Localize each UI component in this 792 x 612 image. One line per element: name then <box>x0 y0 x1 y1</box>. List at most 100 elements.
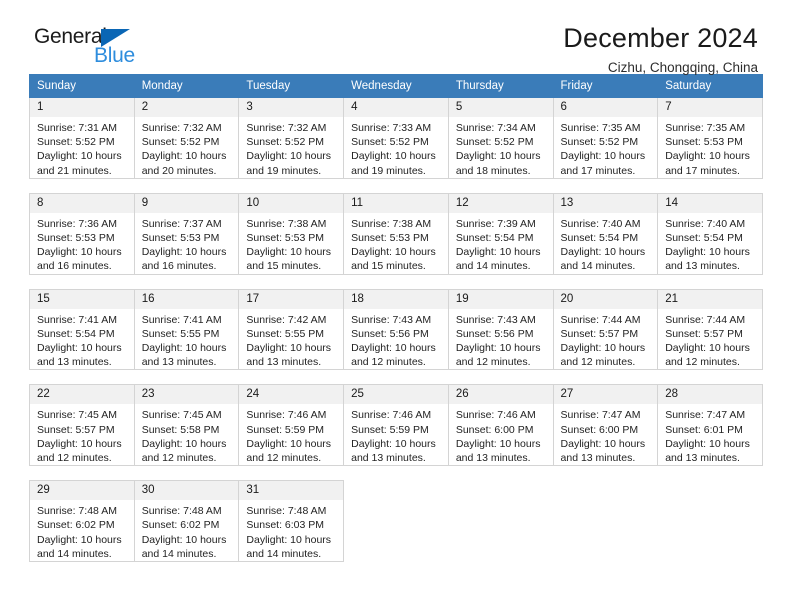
sunset-text: Sunset: 6:00 PM <box>560 423 639 436</box>
calendar-day-cell-empty <box>343 480 449 562</box>
calendar-day-cell[interactable]: 10 Sunrise: 7:38 AM Sunset: 5:53 PM Dayligh… <box>238 192 345 275</box>
daylight-text-line1: Daylight: 10 hours <box>351 246 436 259</box>
day-number: 6 <box>553 98 658 117</box>
day-number: 18 <box>344 289 448 309</box>
daylight-text-line1: Daylight: 10 hours <box>37 533 122 546</box>
day-number: 13 <box>553 193 658 213</box>
calendar-day-cell[interactable]: 7 Sunrise: 7:35 AM Sunset: 5:53 PM Daylight… <box>657 97 763 179</box>
day-details: Sunrise: 7:40 AM Sunset: 5:54 PM Daylight:… <box>554 213 658 274</box>
calendar-day-cell[interactable]: 28 Sunrise: 7:47 AM Sunset: 6:01 PM Dayligh… <box>657 384 763 467</box>
weekday-header-sunday: Sunday <box>29 74 135 98</box>
day-details: Sunrise: 7:38 AM Sunset: 5:53 PM Daylight:… <box>239 213 343 274</box>
day-number: 24 <box>239 385 344 405</box>
calendar-day-cell[interactable]: 11 Sunrise: 7:38 AM Sunset: 5:53 PM Dayligh… <box>343 192 449 275</box>
calendar-day-cell[interactable]: 15 Sunrise: 7:41 AM Sunset: 5:54 PM Dayligh… <box>29 288 135 371</box>
day-details: Sunrise: 7:33 AM Sunset: 5:52 PM Daylight:… <box>344 117 448 178</box>
calendar-day-cell[interactable]: 18 Sunrise: 7:43 AM Sunset: 5:56 PM Dayligh… <box>343 288 449 371</box>
day-number: 29 <box>30 481 134 501</box>
daylight-text-line2: and 14 minutes. <box>560 260 636 273</box>
sunrise-text: Sunrise: 7:46 AM <box>351 409 432 422</box>
calendar-day-cell[interactable]: 16 Sunrise: 7:41 AM Sunset: 5:55 PM Dayligh… <box>133 288 240 371</box>
day-number: 10 <box>239 193 344 213</box>
sunrise-text: Sunrise: 7:44 AM <box>665 313 746 326</box>
calendar-day-cell[interactable]: 6 Sunrise: 7:35 AM Sunset: 5:52 PM Daylight… <box>552 97 659 179</box>
sunrise-text: Sunrise: 7:40 AM <box>560 217 641 230</box>
general-blue-logo[interactable]: General Blue <box>34 26 184 72</box>
day-number: 8 <box>30 193 134 213</box>
sunrise-text: Sunrise: 7:43 AM <box>455 313 536 326</box>
calendar-day-cell[interactable]: 4 Sunrise: 7:33 AM Sunset: 5:52 PM Daylight… <box>343 97 449 179</box>
sunset-text: Sunset: 5:57 PM <box>37 423 115 436</box>
day-number: 2 <box>134 98 239 117</box>
sunrise-text: Sunrise: 7:37 AM <box>141 217 222 230</box>
weekday-header-thursday: Thursday <box>447 74 554 98</box>
calendar-day-cell[interactable]: 1 Sunrise: 7:31 AM Sunset: 5:52 PM Daylight… <box>29 97 135 179</box>
calendar-day-cell[interactable]: 2 Sunrise: 7:32 AM Sunset: 5:52 PM Daylight… <box>133 97 240 179</box>
calendar-day-cell[interactable]: 23 Sunrise: 7:45 AM Sunset: 5:58 PM Dayligh… <box>133 384 240 467</box>
daylight-text-line2: and 16 minutes. <box>141 260 217 273</box>
daylight-text-line1: Daylight: 10 hours <box>37 342 122 355</box>
day-number: 12 <box>448 193 553 213</box>
day-details: Sunrise: 7:40 AM Sunset: 5:54 PM Daylight:… <box>658 213 762 274</box>
calendar-day-cell[interactable]: 3 Sunrise: 7:32 AM Sunset: 5:52 PM Daylight… <box>238 97 345 179</box>
calendar-day-cell[interactable]: 19 Sunrise: 7:43 AM Sunset: 5:56 PM Dayligh… <box>447 288 554 371</box>
daylight-text-line1: Daylight: 10 hours <box>560 342 646 355</box>
day-details: Sunrise: 7:44 AM Sunset: 5:57 PM Daylight:… <box>658 309 762 370</box>
daylight-text-line2: and 13 minutes. <box>665 452 740 465</box>
daylight-text-line1: Daylight: 10 hours <box>141 437 227 450</box>
calendar-day-cell[interactable]: 29 Sunrise: 7:48 AM Sunset: 6:02 PM Dayligh… <box>29 480 135 563</box>
calendar-day-cell[interactable]: 17 Sunrise: 7:42 AM Sunset: 5:55 PM Dayligh… <box>238 288 345 371</box>
calendar-day-cell[interactable]: 9 Sunrise: 7:37 AM Sunset: 5:53 PM Daylight… <box>133 192 240 275</box>
day-details: Sunrise: 7:36 AM Sunset: 5:53 PM Daylight:… <box>30 213 134 274</box>
day-details: Sunrise: 7:46 AM Sunset: 5:59 PM Daylight:… <box>239 404 343 465</box>
daylight-text-line1: Daylight: 10 hours <box>665 437 750 450</box>
day-details: Sunrise: 7:31 AM Sunset: 5:52 PM Daylight:… <box>30 117 134 178</box>
day-number: 1 <box>30 98 134 117</box>
calendar-day-cell[interactable]: 27 Sunrise: 7:47 AM Sunset: 6:00 PM Dayligh… <box>552 384 659 467</box>
sunset-text: Sunset: 5:56 PM <box>351 327 429 340</box>
calendar-day-cell[interactable]: 26 Sunrise: 7:46 AM Sunset: 6:00 PM Dayligh… <box>447 384 554 467</box>
calendar-day-cell[interactable]: 24 Sunrise: 7:46 AM Sunset: 5:59 PM Dayligh… <box>238 384 345 467</box>
calendar-day-cell[interactable]: 21 Sunrise: 7:44 AM Sunset: 5:57 PM Dayligh… <box>657 288 763 371</box>
calendar-day-cell[interactable]: 13 Sunrise: 7:40 AM Sunset: 5:54 PM Dayligh… <box>552 192 659 275</box>
daylight-text-line1: Daylight: 10 hours <box>37 246 122 259</box>
calendar-day-cell[interactable]: 12 Sunrise: 7:39 AM Sunset: 5:54 PM Dayligh… <box>447 192 554 275</box>
daylight-text-line1: Daylight: 10 hours <box>141 150 227 163</box>
sunset-text: Sunset: 5:55 PM <box>141 327 220 340</box>
day-number: 31 <box>239 481 344 501</box>
calendar-day-cell[interactable]: 30 Sunrise: 7:48 AM Sunset: 6:02 PM Dayligh… <box>133 480 240 563</box>
day-details: Sunrise: 7:32 AM Sunset: 5:52 PM Daylight:… <box>239 117 343 178</box>
day-number: 30 <box>134 481 239 501</box>
day-number: 19 <box>448 289 553 309</box>
calendar-day-cell-empty <box>448 480 554 562</box>
sunset-text: Sunset: 5:53 PM <box>246 232 325 245</box>
calendar-body: 1 Sunrise: 7:31 AM Sunset: 5:52 PM Daylight… <box>29 97 763 563</box>
calendar-week-row: 15 Sunrise: 7:41 AM Sunset: 5:54 PM Dayligh… <box>29 288 763 371</box>
daylight-text-line2: and 17 minutes. <box>665 164 740 177</box>
daylight-text-line1: Daylight: 10 hours <box>141 246 227 259</box>
daylight-text-line2: and 12 minutes. <box>351 356 426 369</box>
weekday-header-monday: Monday <box>133 74 240 98</box>
daylight-text-line1: Daylight: 10 hours <box>455 150 541 163</box>
calendar-day-cell[interactable]: 14 Sunrise: 7:40 AM Sunset: 5:54 PM Dayligh… <box>657 192 763 275</box>
calendar-day-cell[interactable]: 31 Sunrise: 7:48 AM Sunset: 6:03 PM Dayligh… <box>238 480 345 563</box>
calendar-day-cell[interactable]: 25 Sunrise: 7:46 AM Sunset: 5:59 PM Dayligh… <box>343 384 449 467</box>
daylight-text-line1: Daylight: 10 hours <box>455 437 541 450</box>
week-spacer-row <box>29 178 763 194</box>
day-details: Sunrise: 7:41 AM Sunset: 5:54 PM Daylight:… <box>30 309 134 370</box>
calendar-day-cell[interactable]: 20 Sunrise: 7:44 AM Sunset: 5:57 PM Dayligh… <box>552 288 659 371</box>
page-masthead: General Blue December 2024 Cizhu, Chongq… <box>29 0 763 75</box>
daylight-text-line2: and 14 minutes. <box>37 547 112 560</box>
daylight-text-line1: Daylight: 10 hours <box>246 246 332 259</box>
sunrise-text: Sunrise: 7:33 AM <box>351 122 432 134</box>
day-details: Sunrise: 7:42 AM Sunset: 5:55 PM Daylight:… <box>239 309 343 370</box>
day-details: Sunrise: 7:46 AM Sunset: 6:00 PM Daylight:… <box>449 404 553 465</box>
calendar-day-cell[interactable]: 22 Sunrise: 7:45 AM Sunset: 5:57 PM Dayligh… <box>29 384 135 467</box>
calendar-day-cell[interactable]: 5 Sunrise: 7:34 AM Sunset: 5:52 PM Daylight… <box>447 97 554 179</box>
sunset-text: Sunset: 6:03 PM <box>246 519 325 532</box>
calendar-day-cell[interactable]: 8 Sunrise: 7:36 AM Sunset: 5:53 PM Daylight… <box>29 192 135 275</box>
day-details: Sunrise: 7:43 AM Sunset: 5:56 PM Daylight:… <box>449 309 553 370</box>
sunrise-text: Sunrise: 7:32 AM <box>246 122 327 134</box>
sunset-text: Sunset: 5:52 PM <box>37 136 115 149</box>
day-details: Sunrise: 7:48 AM Sunset: 6:02 PM Daylight:… <box>135 500 239 561</box>
